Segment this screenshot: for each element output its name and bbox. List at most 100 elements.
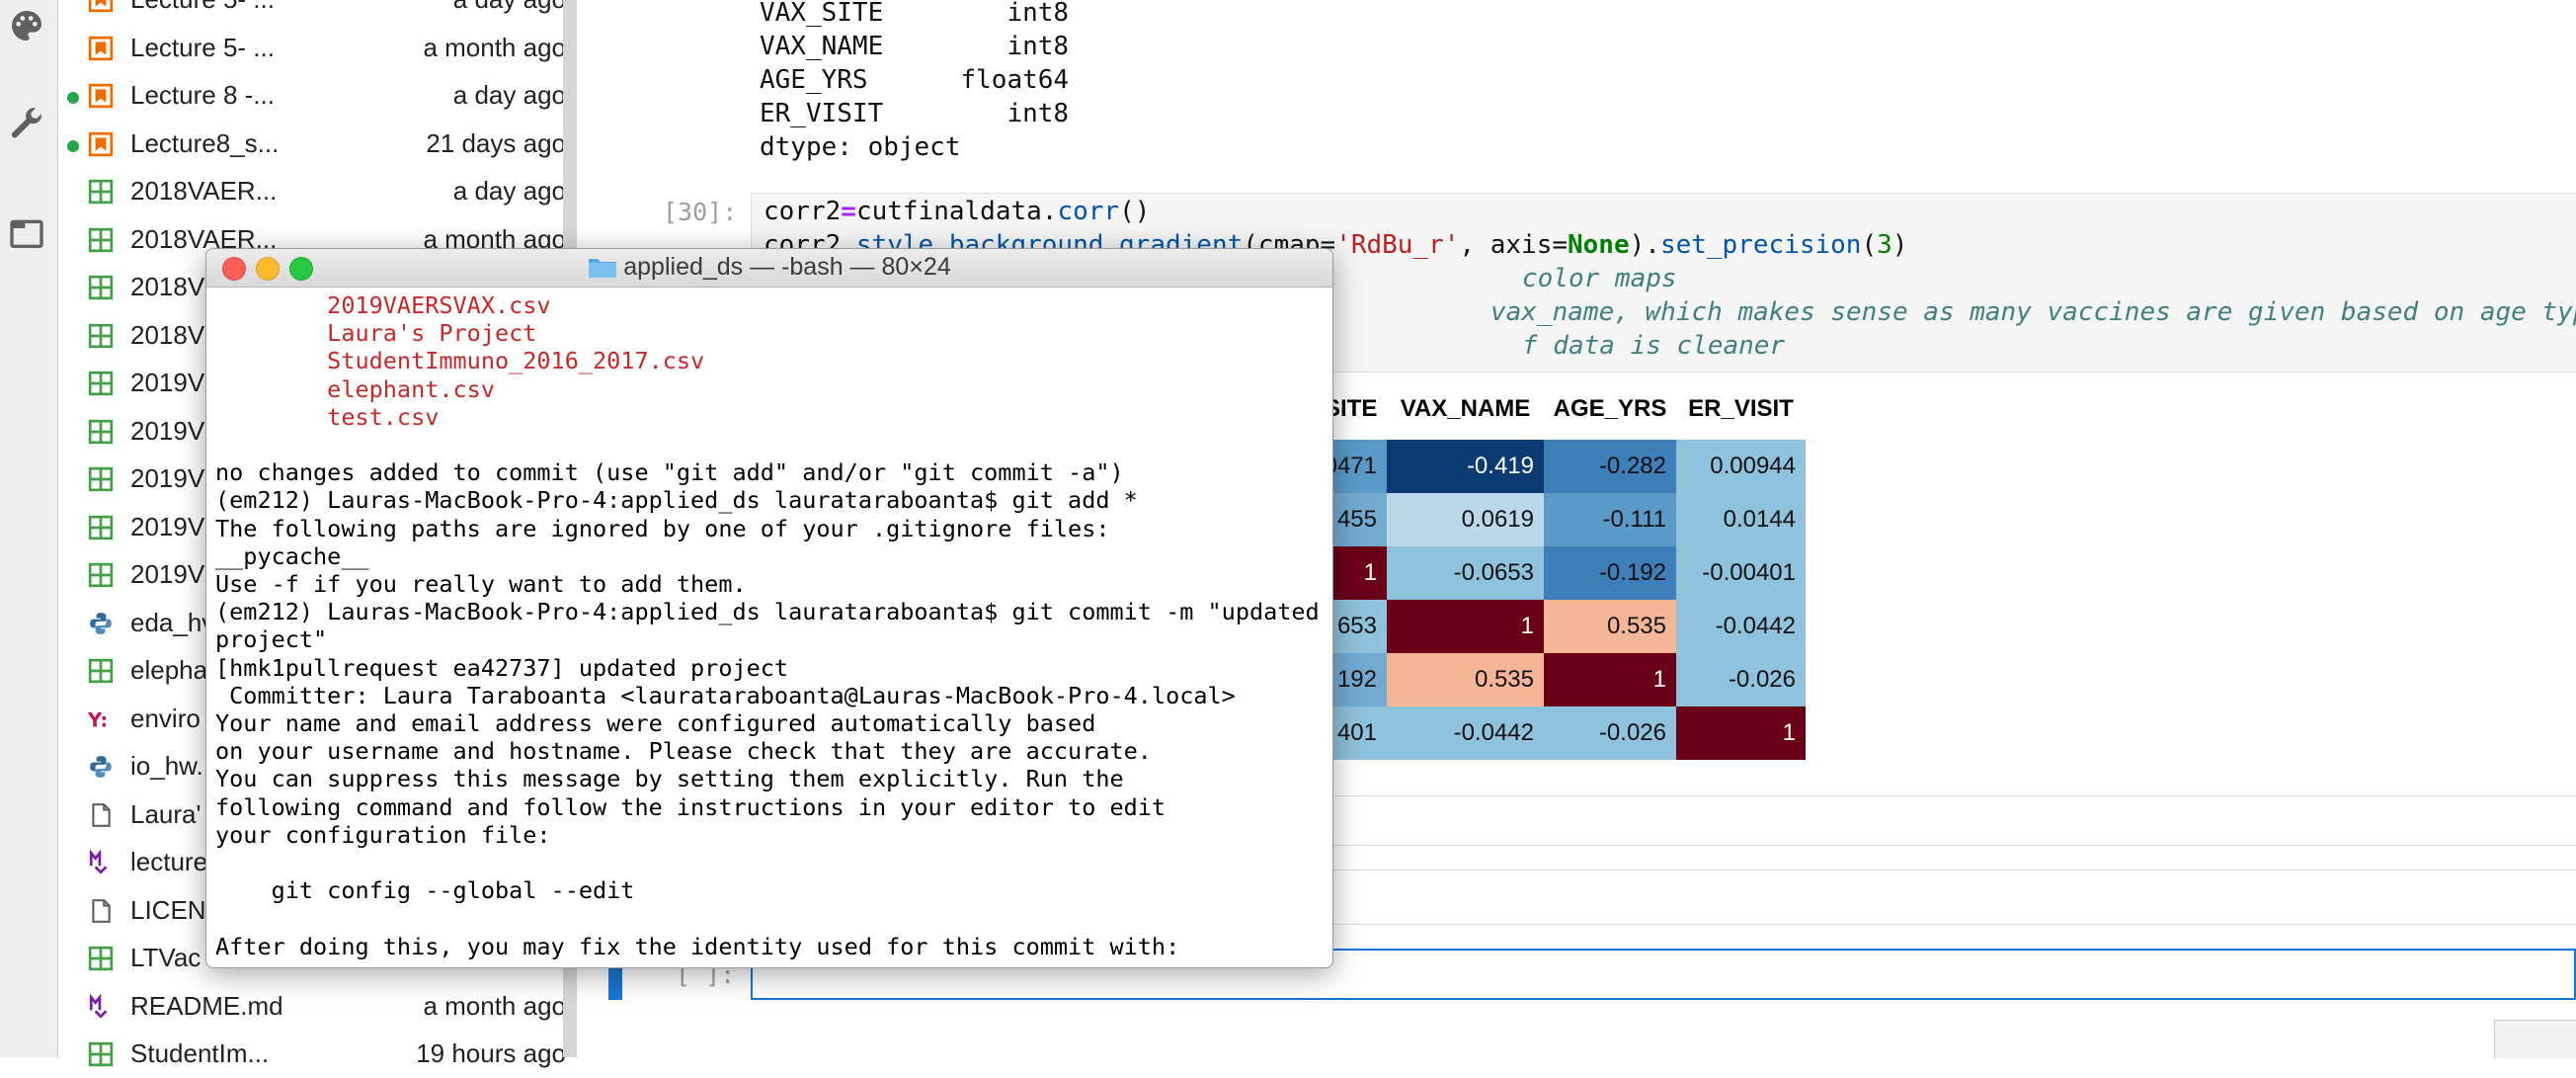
file-name: io_hw. bbox=[130, 751, 203, 781]
terminal-line: [hmk1pullrequest ea42737] updated projec… bbox=[215, 653, 789, 682]
running-indicator-icon bbox=[67, 92, 79, 104]
csv-table-icon bbox=[88, 1041, 114, 1067]
table-cell: -0.0442 bbox=[1676, 600, 1806, 653]
csv-table-icon bbox=[88, 466, 114, 492]
table-cell: -0.111 bbox=[1544, 493, 1676, 546]
notebook-icon bbox=[88, 0, 114, 13]
file-list-item[interactable]: Lecture 5- ... a month ago bbox=[58, 25, 566, 72]
file-name: 2019V bbox=[130, 463, 205, 493]
file-icon bbox=[88, 898, 114, 924]
table-cell: -0.0442 bbox=[1387, 706, 1544, 760]
code-comment-3: f data is cleaner bbox=[1522, 331, 1786, 361]
file-list-item[interactable]: Lecture 8 -... a day ago bbox=[58, 72, 566, 120]
notebook-icon bbox=[88, 131, 114, 157]
file-name: Lecture 5- ... bbox=[130, 0, 275, 15]
file-name: LICEN bbox=[130, 894, 206, 925]
table-cell: 1 bbox=[1387, 600, 1544, 653]
terminal-untracked-file: 2019VAERSVAX.csv bbox=[215, 291, 551, 319]
terminal-untracked-file: Laura's Project bbox=[215, 319, 537, 348]
file-modified: a month ago bbox=[423, 990, 566, 1021]
markdown-icon bbox=[88, 849, 114, 875]
table-column-header: AGE_YRS bbox=[1553, 395, 1667, 422]
terminal-line: (em212) Lauras-MacBook-Pro-4:applied_ds … bbox=[215, 598, 1320, 626]
tabs-icon[interactable] bbox=[7, 213, 46, 253]
file-name: eda_hv bbox=[130, 607, 215, 637]
file-list-item[interactable]: Lecture 5- ... a day ago bbox=[58, 0, 566, 24]
csv-table-icon bbox=[88, 179, 114, 205]
file-name: 2018V bbox=[130, 319, 205, 350]
terminal-line: git config --global --edit bbox=[215, 876, 635, 905]
file-modified: a day ago bbox=[452, 80, 566, 110]
file-name: 2019V bbox=[130, 415, 205, 446]
code-comment-2: vax_name, which makes sense as many vacc… bbox=[1490, 297, 2576, 327]
csv-table-icon bbox=[88, 515, 114, 540]
table-cell: 1 bbox=[1676, 706, 1806, 760]
file-name: LTVac bbox=[130, 943, 201, 972]
terminal-line: The following paths are ignored by one o… bbox=[215, 514, 1110, 542]
file-name: Lecture 5- ... bbox=[130, 32, 275, 62]
file-modified: 19 hours ago bbox=[416, 1038, 566, 1068]
file-modified: a day ago bbox=[453, 0, 566, 15]
csv-table-icon bbox=[88, 323, 114, 349]
terminal-title: applied_ds — -bash — 80×24 bbox=[206, 253, 1332, 282]
file-name: lecture bbox=[130, 847, 208, 876]
table-cell: 0.535 bbox=[1387, 653, 1544, 706]
svg-text:Y:: Y: bbox=[88, 708, 108, 731]
file-list-item[interactable]: 2018VAER... a day ago bbox=[58, 168, 566, 215]
terminal-line: Your name and email address were configu… bbox=[215, 709, 1096, 737]
terminal-line: following command and follow the instruc… bbox=[215, 792, 1167, 821]
table-cell: -0.026 bbox=[1676, 653, 1806, 706]
terminal-untracked-file: StudentImmuno_2016_2017.csv bbox=[215, 347, 705, 375]
output-line: ER_VISIT int8 bbox=[760, 99, 1070, 128]
table-column-header: SITE bbox=[1325, 395, 1378, 422]
folder-icon bbox=[589, 259, 617, 278]
cell-prompt: [30]: bbox=[663, 198, 738, 226]
activity-bar bbox=[0, 0, 58, 1057]
table-column-header: ER_VISIT bbox=[1688, 395, 1794, 422]
terminal-line: You can suppress this message by setting… bbox=[215, 765, 1124, 793]
file-icon bbox=[88, 802, 114, 828]
wrench-icon[interactable] bbox=[7, 105, 46, 144]
output-line: AGE_YRS float64 bbox=[760, 65, 1070, 95]
terminal-titlebar[interactable]: applied_ds — -bash — 80×24 bbox=[206, 249, 1332, 288]
file-list-item[interactable]: Lecture8_s... 21 days ago bbox=[58, 121, 566, 168]
table-cell: -0.00401 bbox=[1676, 546, 1806, 600]
csv-table-icon bbox=[88, 562, 114, 588]
running-indicator-icon bbox=[67, 139, 79, 152]
output-line: dtype: object bbox=[760, 132, 961, 162]
csv-table-icon bbox=[88, 419, 114, 445]
file-name: StudentIm... bbox=[130, 1038, 270, 1068]
csv-table-icon bbox=[88, 371, 114, 396]
terminal-line: your configuration file: bbox=[215, 820, 551, 849]
notebook-icon bbox=[88, 83, 114, 109]
table-cell: 0.0144 bbox=[1676, 493, 1806, 546]
table-cell: 1 bbox=[1544, 653, 1676, 706]
file-modified: 21 days ago bbox=[426, 127, 566, 158]
table-cell: -0.192 bbox=[1544, 546, 1676, 600]
terminal-line: After doing this, you may fix the identi… bbox=[215, 932, 1180, 960]
csv-table-icon bbox=[88, 946, 114, 971]
code-comment-1: color maps bbox=[1522, 264, 1677, 293]
csv-table-icon bbox=[88, 658, 114, 684]
terminal-untracked-file: test.csv bbox=[215, 402, 440, 431]
table-cell: -0.282 bbox=[1544, 440, 1676, 493]
notebook-icon bbox=[88, 36, 114, 61]
python-icon bbox=[88, 611, 114, 636]
terminal-untracked-file: elephant.csv bbox=[215, 374, 495, 403]
file-list-item[interactable]: StudentIm... 19 hours ago bbox=[58, 1031, 566, 1078]
palette-icon[interactable] bbox=[7, 6, 46, 45]
file-name: enviro bbox=[130, 703, 201, 733]
table-column-header: VAX_NAME bbox=[1400, 395, 1531, 422]
status-widget[interactable] bbox=[2494, 1020, 2576, 1058]
file-name: Lecture 8 -... bbox=[130, 80, 275, 110]
file-name: Laura' bbox=[130, 798, 201, 829]
markdown-icon bbox=[88, 992, 114, 1020]
terminal-window[interactable]: applied_ds — -bash — 80×24 2019VAERSVAX.… bbox=[205, 248, 1333, 968]
terminal-line: Committer: Laura Taraboanta <lauratarabo… bbox=[215, 681, 1236, 709]
file-list-item[interactable]: README.md a month ago bbox=[58, 983, 566, 1031]
output-line: VAX_NAME int8 bbox=[760, 32, 1070, 61]
table-cell: -0.419 bbox=[1387, 440, 1544, 493]
terminal-line: (em212) Lauras-MacBook-Pro-4:applied_ds … bbox=[215, 486, 1138, 515]
terminal-output[interactable]: 2019VAERSVAX.csv Laura's Project Student… bbox=[206, 287, 1332, 967]
file-modified: a day ago bbox=[452, 176, 566, 206]
